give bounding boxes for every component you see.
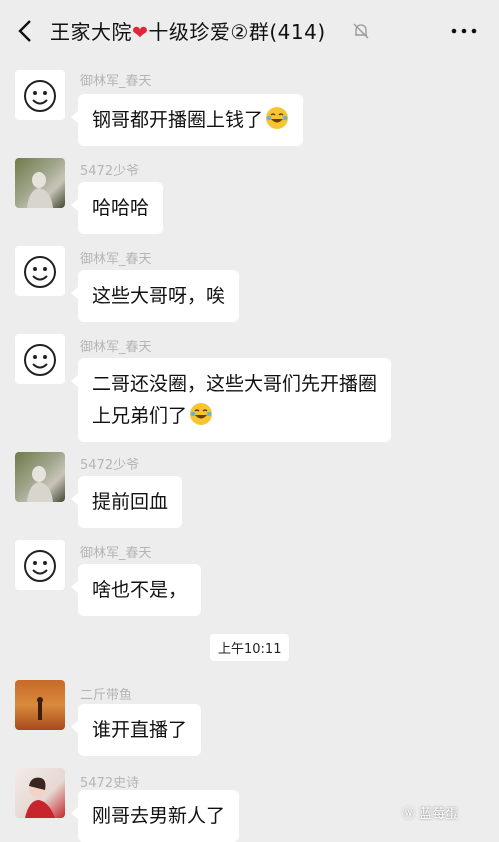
heart-icon: ❤ bbox=[132, 22, 149, 44]
cartoon-face-icon bbox=[24, 256, 56, 288]
cartoon-face-icon bbox=[24, 550, 56, 582]
avatar[interactable] bbox=[15, 158, 65, 208]
weibo-logo-icon: ⓦ bbox=[402, 807, 416, 822]
sender-nickname: 5472史诗 bbox=[80, 776, 140, 791]
message-text: 刚哥去男新人了 bbox=[92, 805, 226, 827]
photo-avatar-icon bbox=[25, 777, 55, 818]
cartoon-face-icon bbox=[24, 344, 56, 376]
title-left: 王家大院 bbox=[50, 20, 132, 44]
message-bubble[interactable]: 谁开直播了 bbox=[70, 704, 202, 756]
message-text: 钢哥都开播圈上钱了 bbox=[92, 109, 264, 131]
message-bubble[interactable]: 二哥还没圈，这些大哥们先开播圈 上兄弟们了 bbox=[70, 358, 392, 442]
avatar[interactable] bbox=[15, 70, 65, 120]
sender-nickname: 二斤带鱼 bbox=[80, 688, 133, 703]
message-text-line: 上兄弟们了 bbox=[92, 405, 188, 427]
cartoon-face-icon bbox=[24, 80, 56, 112]
title-right: 十级珍爱②群(414) bbox=[148, 20, 326, 44]
sender-nickname: 5472少爷 bbox=[80, 458, 140, 473]
timestamp-divider: 上午10:11 bbox=[210, 634, 290, 661]
message-bubble[interactable]: 提前回血 bbox=[70, 476, 183, 528]
message-bubble[interactable]: 刚哥去男新人了 bbox=[70, 790, 240, 842]
message-bubble[interactable]: 啥也不是， bbox=[70, 564, 202, 616]
message-bubble[interactable]: 哈哈哈 bbox=[70, 182, 164, 234]
sender-nickname: 5472少爷 bbox=[80, 164, 140, 179]
photo-avatar-icon bbox=[37, 697, 43, 720]
avatar[interactable] bbox=[15, 680, 65, 730]
chevron-left-icon[interactable] bbox=[14, 18, 38, 44]
avatar[interactable] bbox=[15, 334, 65, 384]
watermark-text: 蓝莓蛋 bbox=[419, 807, 459, 822]
message-bubble[interactable]: 这些大哥呀，唉 bbox=[70, 270, 240, 322]
sender-nickname: 御林军_春天 bbox=[80, 546, 152, 561]
message-text: 谁开直播了 bbox=[92, 719, 188, 741]
chat-header: 王家大院❤十级珍爱②群(414) bbox=[0, 0, 499, 62]
message-text: 哈哈哈 bbox=[92, 197, 150, 219]
sender-nickname: 御林军_春天 bbox=[80, 74, 152, 89]
chat-title: 王家大院❤十级珍爱②群(414) bbox=[50, 16, 326, 45]
more-dots-icon[interactable] bbox=[449, 22, 479, 40]
avatar[interactable] bbox=[15, 768, 65, 818]
bell-off-icon bbox=[353, 23, 369, 39]
message-text: 这些大哥呀，唉 bbox=[92, 285, 226, 307]
watermark: ⓦ 蓝莓蛋 bbox=[402, 803, 458, 822]
avatar[interactable] bbox=[15, 540, 65, 590]
crying-laughing-emoji-icon bbox=[190, 403, 213, 425]
photo-avatar-icon bbox=[27, 466, 53, 502]
message-text: 啥也不是， bbox=[92, 579, 188, 601]
message-text-line: 二哥还没圈，这些大哥们先开播圈 bbox=[92, 373, 378, 395]
avatar[interactable] bbox=[15, 452, 65, 502]
crying-laughing-emoji-icon bbox=[266, 107, 289, 129]
avatar[interactable] bbox=[15, 246, 65, 296]
message-bubble[interactable]: 钢哥都开播圈上钱了 bbox=[70, 94, 304, 146]
sender-nickname: 御林军_春天 bbox=[80, 252, 152, 267]
photo-avatar-icon bbox=[27, 172, 53, 208]
message-text: 提前回血 bbox=[92, 491, 169, 513]
sender-nickname: 御林军_春天 bbox=[80, 340, 152, 355]
